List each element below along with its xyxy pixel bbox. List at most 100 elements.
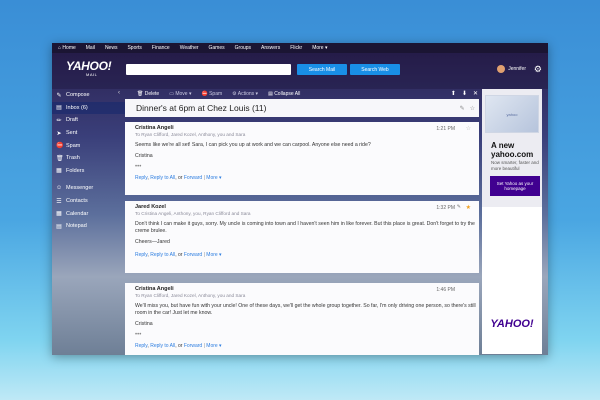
sidebar-item-sent[interactable]: ➤ Sent [52, 127, 125, 140]
yahoo-ad-logo: YAHOO! [490, 318, 534, 330]
thread-subject: Dinner's at 6pm at Chez Louis (11) ✎ ☆ [125, 99, 479, 117]
nav-news[interactable]: News [105, 45, 118, 51]
message-actions: Reply, Reply to All, or Forward | More ▾ [135, 175, 222, 181]
search-web-button[interactable]: Search Web [350, 64, 400, 75]
message-time: 1:32 PM [436, 205, 455, 211]
message-sender: Cristina Angeli [135, 125, 174, 131]
thread-nav: ⬆ ⬇ ✕ [451, 90, 478, 97]
message-actions: Reply, Reply to All, or Forward | More ▾ [135, 252, 222, 258]
contacts-icon: ☰ [56, 198, 62, 205]
message-time: 1:46 PM [436, 287, 455, 293]
nav-mail[interactable]: Mail [86, 45, 95, 51]
message-body: Seems like we're all set! Sara, I can pi… [135, 142, 479, 171]
folders-icon: ▦ [56, 168, 62, 175]
arrow-up-icon[interactable]: ⬆ [451, 90, 456, 97]
reply-link[interactable]: Reply [135, 343, 147, 349]
forward-link[interactable]: Forward [184, 252, 202, 258]
nav-answers[interactable]: Answers [261, 45, 280, 51]
sidebar-item-calendar[interactable]: ▦ Calendar [52, 207, 125, 220]
ad-screenshot: yahoo [485, 95, 539, 133]
message-recipients: To Cristina Angeli, Anthony, you, Ryan C… [135, 211, 251, 216]
nav-weather[interactable]: Weather [180, 45, 199, 51]
sidebar-item-spam[interactable]: ⛔ Spam [52, 139, 125, 152]
message-recipients: To Ryan Clifford, Jared Kozel, Anthony, … [135, 132, 246, 137]
messenger-icon: ☺ [56, 185, 63, 192]
delete-button[interactable]: 🗑 Delete [137, 91, 159, 97]
reply-all-link[interactable]: Reply to All [150, 175, 175, 181]
more-link[interactable]: More ▾ [206, 175, 221, 181]
set-homepage-button[interactable]: Set Yahoo as your homepage [490, 176, 540, 196]
sidebar-item-inbox[interactable]: ▤ Inbox (6) [52, 101, 125, 115]
message-sender: Cristina Angeli [135, 286, 174, 292]
user-name: Jennifer [508, 66, 526, 72]
sidebar-item-compose[interactable]: ✎ Compose [52, 89, 125, 102]
inbox-icon: ▤ [56, 105, 62, 112]
yahoo-mail-logo[interactable]: YAHOO! [66, 59, 112, 73]
sidebar-item-draft[interactable]: ✏ Draft [52, 114, 125, 127]
message-body: Don't think I can make it guys, sorry. M… [135, 221, 475, 245]
message-actions: Reply, Reply to All, or Forward | More ▾ [135, 343, 222, 349]
nav-groups[interactable]: Groups [235, 45, 251, 51]
spam-icon: ⛔ [56, 143, 64, 150]
message-recipients: To Ryan Clifford, Jared Kozel, Anthony, … [135, 293, 246, 298]
top-nav: ⌂ Home Mail News Sports Finance Weather … [52, 43, 548, 53]
arrow-down-icon[interactable]: ⬇ [462, 90, 467, 97]
logo-sub: MAIL [86, 72, 98, 77]
reply-link[interactable]: Reply [135, 252, 147, 258]
more-link[interactable]: More ▾ [206, 252, 221, 258]
notepad-icon: ▤ [56, 223, 62, 230]
actions-button[interactable]: ⚙ Actions ▾ [232, 91, 258, 97]
nav-flickr[interactable]: Flickr [290, 45, 302, 51]
trash-icon: 🗑 [56, 155, 64, 162]
star-icon[interactable]: ★ [466, 204, 471, 211]
sidebar-item-contacts[interactable]: ☰ Contacts [52, 195, 125, 208]
more-link[interactable]: More ▾ [206, 343, 221, 349]
mail-window: ⌂ Home Mail News Sports Finance Weather … [52, 43, 548, 355]
user-menu[interactable]: Jennifer [497, 65, 526, 73]
sidebar-item-folders[interactable]: ▦ Folders [52, 165, 125, 178]
message-card[interactable]: Cristina Angeli To Ryan Clifford, Jared … [125, 122, 479, 195]
collapse-all-button[interactable]: ▤ Collapse All [268, 91, 300, 97]
header: YAHOO! MAIL Search Mail Search Web Jenni… [52, 53, 548, 89]
attachment-icon[interactable]: ✎ [460, 105, 465, 112]
avatar [497, 65, 506, 73]
sidebar-item-trash[interactable]: 🗑 Trash [52, 152, 125, 165]
page-title: Dinner's at 6pm at Chez Louis (11) [136, 103, 267, 113]
message-card[interactable]: Cristina Angeli To Ryan Clifford, Jared … [125, 283, 479, 355]
nav-more[interactable]: More ▾ [312, 45, 327, 51]
nav-sports[interactable]: Sports [127, 45, 141, 51]
reply-all-link[interactable]: Reply to All [150, 252, 175, 258]
calendar-icon: ▦ [56, 211, 62, 218]
close-icon[interactable]: ✕ [473, 90, 478, 97]
ad-subtitle: Now smarter, faster and more beautiful [491, 160, 539, 171]
forward-link[interactable]: Forward [184, 175, 202, 181]
search-mail-button[interactable]: Search Mail [297, 64, 347, 75]
star-icon[interactable]: ☆ [470, 105, 475, 112]
star-icon[interactable]: ☆ [466, 125, 471, 132]
reply-link[interactable]: Reply [135, 175, 147, 181]
message-time: 1:21 PM [436, 126, 455, 132]
reply-all-link[interactable]: Reply to All [150, 343, 175, 349]
show-quoted-icon[interactable]: ••• [135, 332, 479, 339]
ad-title: A new yahoo.com [491, 141, 534, 159]
nav-home[interactable]: ⌂ Home [58, 45, 76, 51]
draft-icon: ✏ [56, 117, 62, 124]
sidebar-item-notepad[interactable]: ▤ Notepad [52, 220, 125, 233]
collapse-sidebar-icon[interactable]: ‹ [118, 90, 120, 96]
ad-panel[interactable]: yahoo A new yahoo.com Now smarter, faste… [482, 89, 542, 354]
sent-icon: ➤ [56, 130, 62, 137]
message-card[interactable]: Jared Kozel To Cristina Angeli, Anthony,… [125, 201, 479, 273]
search-input[interactable] [126, 64, 291, 75]
message-body: We'll miss you, but have fun with your u… [135, 303, 479, 339]
show-quoted-icon[interactable]: ••• [135, 164, 479, 171]
sidebar-item-messenger[interactable]: ☺ Messenger [52, 182, 125, 195]
sidebar: ✎ Compose ▤ Inbox (6) ✏ Draft ➤ Sent ⛔ Spam 🗑… [52, 89, 125, 355]
nav-games[interactable]: Games [209, 45, 225, 51]
gear-icon[interactable]: ⚙ [534, 64, 542, 75]
spam-button[interactable]: ⛔ Spam [201, 91, 222, 97]
forward-link[interactable]: Forward [184, 343, 202, 349]
message-sender: Jared Kozel [135, 204, 166, 210]
move-button[interactable]: ▭ Move ▾ [169, 91, 191, 97]
nav-finance[interactable]: Finance [152, 45, 170, 51]
compose-icon: ✎ [56, 92, 62, 99]
